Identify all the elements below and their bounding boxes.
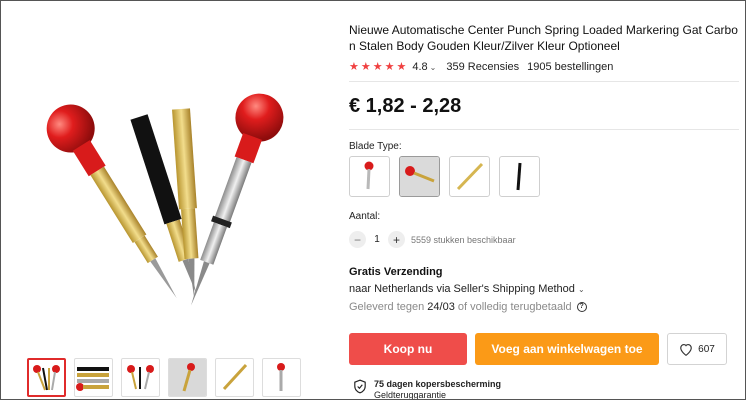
variant-options (349, 156, 540, 197)
blade-type-label: Blade Type: (349, 141, 402, 152)
variant-black[interactable] (499, 156, 540, 197)
quantity-label: Aantal: (349, 211, 381, 222)
divider (349, 81, 739, 82)
stock-available: 5559 stukken beschikbaar (411, 234, 516, 245)
shipping-destination[interactable]: naar Netherlands via Seller's Shipping M… (349, 283, 585, 295)
thumbnail-5[interactable] (215, 358, 254, 397)
star-icon: ★ (372, 60, 383, 73)
star-icon: ★ (396, 60, 407, 73)
chevron-down-icon[interactable]: ⌄ (578, 285, 585, 294)
price: € 1,82 - 2,28 (349, 95, 462, 117)
shipping-title: Gratis Verzending (349, 266, 443, 278)
buyer-protection: 75 dagen kopersbescherming Geldteruggara… (353, 379, 502, 400)
thumbnail-3[interactable] (121, 358, 160, 397)
variant-red-side[interactable] (399, 156, 440, 197)
shield-check-icon (354, 379, 366, 394)
product-title: Nieuwe Automatische Center Punch Spring … (349, 23, 738, 53)
main-product-image[interactable] (21, 7, 331, 347)
divider (349, 129, 739, 130)
plus-icon[interactable]: + (388, 231, 405, 248)
minus-icon[interactable]: − (349, 231, 366, 248)
protection-subtitle: Geldteruggarantie (374, 390, 447, 400)
heart-icon (680, 343, 692, 356)
product-info: Nieuwe Automatische Center Punch Spring … (349, 1, 744, 75)
chevron-down-icon[interactable]: ⌄ (430, 63, 437, 72)
star-icon: ★ (360, 60, 371, 73)
orders-count: 1905 bestellingen (527, 61, 614, 73)
wishlist-count: 607 (698, 343, 715, 355)
buy-now-button[interactable]: Koop nu (349, 333, 467, 365)
delivery-info: Geleverd tegen 24/03 of volledig terugbe… (349, 301, 587, 313)
variant-red-single[interactable] (349, 156, 390, 197)
star-icon: ★ (384, 60, 395, 73)
wishlist-button[interactable]: 607 (667, 333, 727, 365)
thumbnail-4[interactable] (168, 358, 207, 397)
thumbnail-strip (27, 358, 301, 397)
quantity-value[interactable]: 1 (366, 234, 388, 245)
reviews-link[interactable]: 359 Recensies (446, 61, 519, 73)
thumbnail-1[interactable] (27, 358, 66, 397)
question-icon[interactable]: ? (576, 302, 587, 312)
add-to-cart-button[interactable]: Voeg aan winkelwagen toe (475, 333, 659, 365)
thumbnail-2[interactable] (74, 358, 113, 397)
delivery-prefix: Geleverd tegen (349, 301, 425, 313)
quantity-stepper: − 1 + 5559 stukken beschikbaar (349, 231, 516, 248)
thumbnail-6[interactable] (262, 358, 301, 397)
rating-stars: ★ ★ ★ ★ ★ (349, 60, 407, 73)
variant-gold[interactable] (449, 156, 490, 197)
product-page: Nieuwe Automatische Center Punch Spring … (0, 0, 746, 400)
protection-title: 75 dagen kopersbescherming (374, 379, 502, 389)
shipping-to-text: naar Netherlands via Seller's Shipping M… (349, 283, 575, 295)
rating-row: ★ ★ ★ ★ ★ 4.8 ⌄ 359 Recensies 1905 beste… (349, 59, 744, 75)
star-icon: ★ (349, 60, 359, 73)
rating-value[interactable]: 4.8 (412, 61, 427, 73)
delivery-date: 24/03 (427, 301, 455, 313)
delivery-suffix: of volledig terugbetaald (457, 301, 572, 313)
